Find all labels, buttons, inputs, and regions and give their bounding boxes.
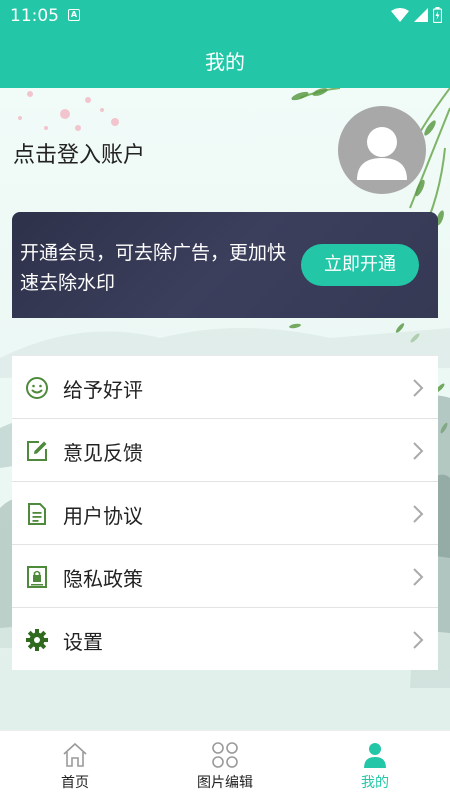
vip-card: 开通会员，可去除广告，更加快速去除水印 立即开通 bbox=[12, 212, 438, 318]
home-icon bbox=[63, 742, 87, 767]
menu-item-privacy-policy[interactable]: 隐私政策 bbox=[12, 544, 438, 607]
bottom-nav: 首页 图片编辑 我的 bbox=[0, 730, 450, 800]
signal-icon bbox=[414, 8, 428, 22]
vip-open-button[interactable]: 立即开通 bbox=[301, 244, 419, 286]
battery-icon bbox=[433, 7, 442, 23]
app-header: 我的 bbox=[0, 32, 450, 88]
person-icon bbox=[357, 127, 407, 180]
menu-item-user-agreement[interactable]: 用户协议 bbox=[12, 481, 438, 544]
person-icon bbox=[364, 743, 386, 768]
chevron-right-icon bbox=[413, 568, 424, 586]
edit-icon bbox=[27, 441, 47, 461]
menu-item-settings[interactable]: 设置 bbox=[12, 607, 438, 670]
gear-icon bbox=[26, 629, 48, 651]
menu-label: 用户协议 bbox=[63, 504, 143, 528]
document-icon bbox=[28, 503, 46, 525]
wifi-icon bbox=[391, 8, 409, 22]
menu-label: 意见反馈 bbox=[63, 441, 143, 465]
chevron-right-icon bbox=[413, 505, 424, 523]
nav-item-image-edit[interactable]: 图片编辑 bbox=[150, 731, 300, 800]
status-time: 11:05 bbox=[10, 6, 59, 26]
menu-label: 隐私政策 bbox=[63, 567, 143, 591]
menu-label: 设置 bbox=[63, 630, 103, 654]
profile-content: 点击登入账户 开通会员，可去除广告，更加快速去除水印 立即开通 给予好评 意见反… bbox=[0, 88, 450, 730]
nav-label: 首页 bbox=[61, 775, 89, 791]
nav-label: 我的 bbox=[361, 775, 389, 791]
menu-label: 给予好评 bbox=[63, 378, 143, 402]
menu-item-rate[interactable]: 给予好评 bbox=[12, 355, 438, 418]
menu-item-feedback[interactable]: 意见反馈 bbox=[12, 418, 438, 481]
login-prompt[interactable]: 点击登入账户 bbox=[13, 137, 145, 169]
page-title: 我的 bbox=[205, 50, 245, 74]
smile-icon bbox=[26, 377, 48, 399]
status-icons bbox=[391, 7, 442, 23]
chevron-right-icon bbox=[413, 379, 424, 397]
nav-label: 图片编辑 bbox=[197, 775, 253, 791]
chevron-right-icon bbox=[413, 631, 424, 649]
nav-item-home[interactable]: 首页 bbox=[0, 731, 150, 800]
avatar[interactable] bbox=[338, 106, 426, 194]
status-bar: 11:05 A bbox=[0, 0, 450, 32]
grid-icon bbox=[212, 742, 238, 768]
chevron-right-icon bbox=[413, 442, 424, 460]
lock-icon bbox=[27, 566, 47, 588]
vip-promo-text: 开通会员，可去除广告，更加快速去除水印 bbox=[20, 242, 287, 294]
nav-item-mine[interactable]: 我的 bbox=[300, 731, 450, 800]
settings-menu: 给予好评 意见反馈 用户协议 隐私政策 设置 bbox=[12, 355, 438, 670]
notification-badge: A bbox=[68, 9, 80, 21]
